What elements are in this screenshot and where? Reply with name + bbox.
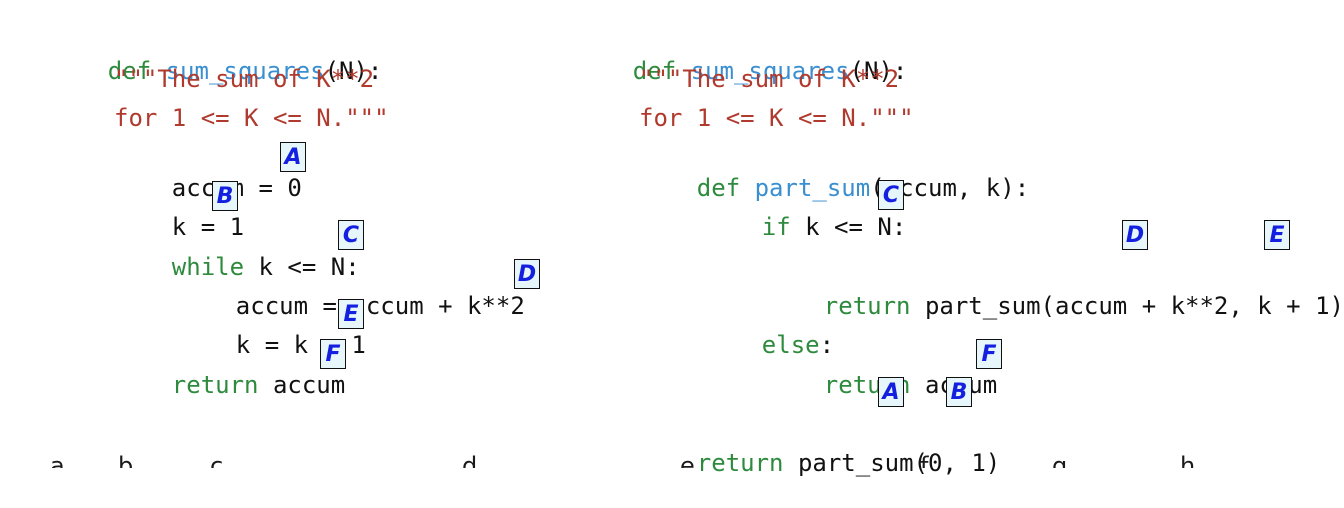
- cut-text-fragment: c: [210, 454, 224, 468]
- tag-d: D: [514, 259, 540, 289]
- tag-c: C: [338, 220, 364, 250]
- cut-text-fragment: d: [462, 454, 478, 468]
- tag-f: F: [320, 339, 346, 369]
- tag-c: C: [878, 180, 904, 210]
- cut-text-fragment: h: [1180, 454, 1196, 468]
- code-text: part_sum(accum + k**2, k + 1): [910, 292, 1344, 320]
- right-line-if: if k <= N:: [704, 182, 907, 272]
- cut-text-fragment: a: [50, 454, 65, 468]
- if-keyword: if: [761, 213, 791, 241]
- tag-b: B: [212, 181, 238, 211]
- cut-off-bottom-text: a b c d e f g h: [0, 454, 1344, 468]
- cut-text-fragment: f: [920, 454, 929, 468]
- return-keyword: return: [171, 371, 259, 399]
- right-line-recursive-return: return part_sum(accum + k**2, k + 1): [766, 261, 1344, 351]
- return-keyword: return: [823, 292, 911, 320]
- tag-f: F: [976, 339, 1002, 369]
- left-line-return: return accum: [114, 340, 345, 430]
- right-docstring-1: """The sum of K**2: [639, 65, 900, 93]
- cut-text-fragment: e: [680, 454, 695, 468]
- tag-e: E: [1264, 220, 1290, 250]
- tag-e: E: [338, 299, 364, 329]
- cut-text-fragment: b: [118, 454, 134, 468]
- tag-d: D: [1122, 220, 1148, 250]
- right-docstring-2: for 1 <= K <= N.""": [639, 104, 914, 132]
- tag-a: A: [878, 377, 904, 407]
- code-text: accum: [258, 371, 346, 399]
- left-docstring-1: """The sum of K**2: [114, 65, 375, 93]
- cut-text-fragment: g: [1052, 454, 1068, 468]
- tag-a: A: [280, 142, 306, 172]
- tag-b: B: [946, 377, 972, 407]
- code-text: k <= N:: [790, 213, 907, 241]
- left-docstring-2: for 1 <= K <= N.""": [114, 104, 389, 132]
